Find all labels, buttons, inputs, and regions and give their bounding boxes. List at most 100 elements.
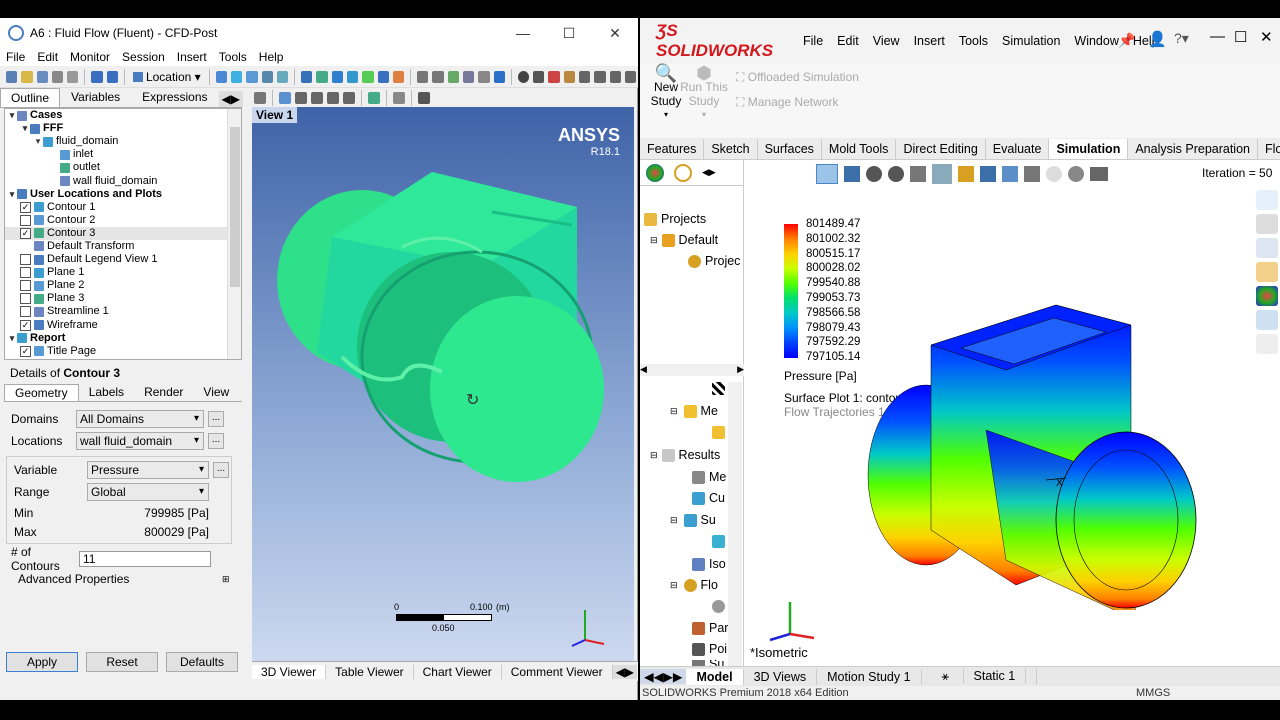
- tree-projects[interactable]: Projects: [644, 212, 706, 226]
- previous-view-icon[interactable]: [910, 166, 926, 182]
- tree-particle[interactable]: Par: [692, 621, 728, 635]
- locations-more-button[interactable]: ...: [208, 433, 224, 449]
- help-icon[interactable]: ?▾: [1174, 30, 1189, 47]
- run-study-button[interactable]: ⬢ Run This Study ▾: [680, 64, 728, 122]
- tree-flow-child[interactable]: [712, 600, 729, 613]
- file-explorer-icon[interactable]: [1256, 238, 1278, 258]
- design-library-icon[interactable]: [1256, 214, 1278, 234]
- variable-more-button[interactable]: ...: [213, 462, 229, 478]
- open-icon[interactable]: [21, 70, 33, 83]
- quick-editor-icon[interactable]: [548, 70, 560, 83]
- visibility-checkbox[interactable]: ✓: [20, 201, 31, 213]
- tab-analysis-preparation[interactable]: Analysis Preparation: [1128, 138, 1258, 159]
- tree-me2[interactable]: Me: [692, 470, 726, 484]
- tree-point[interactable]: Poi: [692, 642, 727, 656]
- home-icon[interactable]: [1256, 190, 1278, 210]
- redo-icon[interactable]: [106, 70, 119, 83]
- visibility-checkbox[interactable]: [20, 254, 31, 266]
- tab-direct-editing[interactable]: Direct Editing: [896, 138, 986, 159]
- range-dropdown[interactable]: Global: [87, 483, 209, 501]
- tab-3d-views[interactable]: 3D Views: [744, 668, 818, 685]
- tree-cut-plot[interactable]: Cu: [692, 491, 725, 505]
- visibility-checkbox[interactable]: [20, 214, 31, 226]
- new-icon[interactable]: [6, 70, 18, 83]
- visibility-checkbox[interactable]: ✓: [20, 227, 31, 239]
- visibility-checkbox[interactable]: [20, 293, 31, 305]
- legend-icon[interactable]: [346, 70, 359, 83]
- select-icon[interactable]: [254, 92, 266, 104]
- view-orientation-icon[interactable]: [816, 164, 838, 184]
- defaults-button[interactable]: Defaults: [166, 652, 238, 672]
- tree-item-streamline-1[interactable]: Streamline 1: [5, 305, 241, 318]
- text-icon[interactable]: [301, 70, 313, 83]
- tree-item-user-locations-and-plots[interactable]: ▾ User Locations and Plots: [5, 188, 241, 201]
- tab-expressions[interactable]: Expressions: [131, 87, 218, 107]
- save-icon[interactable]: [36, 70, 48, 83]
- 3d-viewer[interactable]: View 1 ANSYS R18.1 ↻ 0 0.100 (m) 0.050: [252, 107, 634, 669]
- tab-render[interactable]: Render: [134, 384, 193, 401]
- timestep-icon[interactable]: [517, 70, 530, 83]
- tab-geometry[interactable]: Geometry: [4, 384, 79, 401]
- tree-item-plane-1[interactable]: Plane 1: [5, 266, 241, 279]
- streamline-icon[interactable]: [246, 70, 258, 83]
- tree-surface-plots[interactable]: ⊟ Su: [670, 513, 716, 527]
- tree-item-outlet[interactable]: outlet: [5, 161, 241, 174]
- viewer-tab-scroll[interactable]: ◀▶: [612, 664, 638, 679]
- minimize-icon[interactable]: —: [500, 18, 546, 48]
- monitor-icon[interactable]: [1090, 167, 1108, 181]
- realview-icon[interactable]: [1046, 166, 1062, 182]
- simulation-manager-icon[interactable]: [674, 163, 692, 182]
- zoom-area-icon[interactable]: [888, 166, 904, 182]
- tree-item-report[interactable]: ▾ Report: [5, 332, 241, 345]
- tab-static[interactable]: ⚹ Static 1: [922, 668, 1038, 685]
- sw-close-icon[interactable]: ✕: [1260, 28, 1273, 46]
- maximize-icon[interactable]: ☐: [546, 18, 592, 48]
- instance-icon[interactable]: [362, 70, 374, 83]
- report-icon[interactable]: [67, 70, 79, 83]
- tab-table-viewer[interactable]: Table Viewer: [326, 664, 414, 679]
- domains-more-button[interactable]: ...: [208, 411, 224, 427]
- contours-spinbox[interactable]: 11: [79, 551, 211, 567]
- tab-view[interactable]: View: [193, 384, 239, 401]
- tab-flow-simulation[interactable]: Flow Sim...: [1258, 139, 1280, 159]
- tree-item-default-legend-view-1[interactable]: Default Legend View 1: [5, 253, 241, 266]
- print-icon[interactable]: [51, 70, 64, 83]
- tree-item-default-transform[interactable]: Default Transform: [5, 240, 241, 253]
- zoom-box-icon[interactable]: [327, 92, 339, 104]
- solidworks-logo[interactable]: ƷS SOLIDWORKS: [656, 21, 796, 61]
- sw-menu-simulation[interactable]: Simulation: [995, 34, 1067, 48]
- advanced-properties[interactable]: Advanced Properties: [4, 572, 222, 586]
- viewer-options-icon[interactable]: [418, 92, 430, 104]
- shadows-icon[interactable]: [1068, 166, 1084, 182]
- tab-3d-viewer[interactable]: 3D Viewer: [252, 664, 327, 679]
- tab-features[interactable]: Features: [640, 138, 705, 159]
- zoom-fit-icon[interactable]: [343, 92, 355, 104]
- sw-menu-tools[interactable]: Tools: [952, 34, 995, 48]
- domains-dropdown[interactable]: All Domains: [76, 410, 204, 428]
- visibility-checkbox[interactable]: [20, 280, 31, 292]
- vector-icon[interactable]: [215, 70, 227, 83]
- tab-surfaces[interactable]: Surfaces: [758, 138, 822, 159]
- viewport-layout-icon[interactable]: [393, 92, 405, 104]
- rotate-icon[interactable]: [279, 92, 291, 104]
- tree-project[interactable]: Projec: [688, 254, 740, 268]
- tree-mesh-child[interactable]: [712, 426, 729, 439]
- fm-hscroll[interactable]: ◀ ▶: [640, 364, 744, 376]
- particle-track-icon[interactable]: [261, 70, 273, 83]
- twisty-icon[interactable]: ▾: [33, 135, 43, 148]
- locations-dropdown[interactable]: wall fluid_domain: [76, 432, 204, 450]
- tab-simulation[interactable]: Simulation: [1049, 138, 1129, 159]
- case-compare-icon[interactable]: [609, 70, 621, 83]
- twisty-icon[interactable]: ▾: [7, 332, 17, 345]
- pin-icon[interactable]: 📌: [1118, 32, 1135, 49]
- forum-icon[interactable]: [1256, 334, 1278, 354]
- tree-item-plane-3[interactable]: Plane 3: [5, 292, 241, 305]
- expand-icon[interactable]: ⊞: [222, 574, 230, 585]
- calculator-icon[interactable]: [594, 70, 606, 83]
- visibility-checkbox[interactable]: ✓: [20, 319, 31, 331]
- sw-menu-file[interactable]: File: [796, 34, 830, 48]
- section-view-icon[interactable]: [844, 166, 860, 182]
- appearances-icon[interactable]: [1256, 286, 1278, 306]
- tab-sketch[interactable]: Sketch: [704, 138, 758, 159]
- sw-maximize-icon[interactable]: ☐: [1234, 28, 1247, 46]
